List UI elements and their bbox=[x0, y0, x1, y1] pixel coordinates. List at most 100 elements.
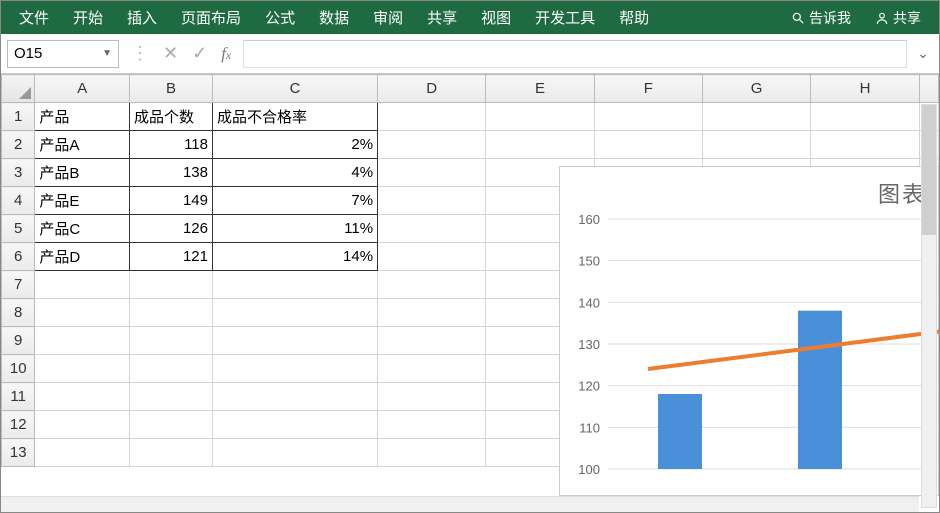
worksheet-grid[interactable]: A B C D E F G H 1产品成品个数成品不合格率2产品A1182%3产… bbox=[1, 74, 939, 512]
col-header[interactable]: F bbox=[594, 75, 702, 103]
cell[interactable] bbox=[35, 383, 130, 411]
row-header[interactable]: 2 bbox=[2, 131, 35, 159]
col-header[interactable] bbox=[919, 75, 938, 103]
cell[interactable] bbox=[378, 131, 486, 159]
cell[interactable] bbox=[213, 383, 378, 411]
col-header[interactable]: B bbox=[130, 75, 213, 103]
cell[interactable]: 产品C bbox=[35, 215, 130, 243]
row-header[interactable]: 7 bbox=[2, 271, 35, 299]
cell[interactable] bbox=[130, 355, 213, 383]
cell[interactable] bbox=[35, 439, 130, 467]
cell[interactable]: 4% bbox=[213, 159, 378, 187]
cell[interactable] bbox=[35, 299, 130, 327]
cell[interactable] bbox=[702, 131, 810, 159]
cell[interactable] bbox=[130, 383, 213, 411]
tell-me[interactable]: 告诉我 bbox=[781, 4, 861, 32]
cell[interactable]: 149 bbox=[130, 187, 213, 215]
cell[interactable] bbox=[378, 215, 486, 243]
tab-home[interactable]: 开始 bbox=[63, 3, 113, 32]
cell[interactable] bbox=[213, 355, 378, 383]
embedded-chart[interactable]: 图表 100110120130140150160 bbox=[559, 166, 939, 496]
cell[interactable] bbox=[378, 439, 486, 467]
tab-file[interactable]: 文件 bbox=[9, 3, 59, 32]
cell[interactable] bbox=[378, 383, 486, 411]
cell[interactable]: 成品不合格率 bbox=[213, 103, 378, 131]
cell[interactable] bbox=[811, 103, 919, 131]
cell[interactable] bbox=[35, 271, 130, 299]
row-header[interactable]: 9 bbox=[2, 327, 35, 355]
cell[interactable] bbox=[213, 411, 378, 439]
row-header[interactable]: 3 bbox=[2, 159, 35, 187]
cell[interactable] bbox=[594, 103, 702, 131]
col-header[interactable]: H bbox=[811, 75, 919, 103]
cell[interactable] bbox=[35, 327, 130, 355]
col-header[interactable]: G bbox=[702, 75, 810, 103]
tab-share-top[interactable]: 共享 bbox=[417, 3, 467, 32]
cell[interactable] bbox=[486, 131, 594, 159]
cell[interactable] bbox=[378, 187, 486, 215]
cell[interactable] bbox=[486, 103, 594, 131]
accept-formula-icon[interactable]: ✓ bbox=[192, 43, 207, 64]
col-header[interactable]: C bbox=[213, 75, 378, 103]
tab-review[interactable]: 审阅 bbox=[363, 3, 413, 32]
cell[interactable]: 产品B bbox=[35, 159, 130, 187]
row-header[interactable]: 1 bbox=[2, 103, 35, 131]
cell[interactable] bbox=[378, 299, 486, 327]
cell[interactable] bbox=[378, 243, 486, 271]
tab-developer[interactable]: 开发工具 bbox=[525, 3, 605, 32]
cell[interactable]: 126 bbox=[130, 215, 213, 243]
row-header[interactable]: 13 bbox=[2, 439, 35, 467]
tab-page-layout[interactable]: 页面布局 bbox=[171, 3, 251, 32]
share-button[interactable]: 共享 bbox=[865, 4, 931, 32]
cell[interactable] bbox=[130, 327, 213, 355]
cell[interactable] bbox=[811, 131, 919, 159]
expand-formula-bar-icon[interactable]: ⌄ bbox=[913, 45, 933, 62]
tab-insert[interactable]: 插入 bbox=[117, 3, 167, 32]
cell[interactable]: 产品E bbox=[35, 187, 130, 215]
chevron-down-icon[interactable]: ▼ bbox=[102, 48, 112, 59]
row-header[interactable]: 12 bbox=[2, 411, 35, 439]
cell[interactable] bbox=[378, 271, 486, 299]
col-header[interactable]: E bbox=[486, 75, 594, 103]
cell[interactable] bbox=[130, 439, 213, 467]
cell[interactable]: 118 bbox=[130, 131, 213, 159]
cell[interactable] bbox=[378, 327, 486, 355]
cell[interactable] bbox=[213, 327, 378, 355]
col-header[interactable]: D bbox=[378, 75, 486, 103]
cell[interactable]: 11% bbox=[213, 215, 378, 243]
row-header[interactable]: 5 bbox=[2, 215, 35, 243]
cell[interactable] bbox=[130, 299, 213, 327]
cell[interactable] bbox=[35, 411, 130, 439]
cell[interactable] bbox=[35, 355, 130, 383]
fx-icon[interactable]: fx bbox=[221, 44, 231, 64]
row-header[interactable]: 8 bbox=[2, 299, 35, 327]
cell[interactable]: 2% bbox=[213, 131, 378, 159]
tab-view[interactable]: 视图 bbox=[471, 3, 521, 32]
row-header[interactable]: 11 bbox=[2, 383, 35, 411]
cancel-formula-icon[interactable]: ✕ bbox=[163, 43, 178, 64]
cell[interactable]: 7% bbox=[213, 187, 378, 215]
cell[interactable] bbox=[594, 131, 702, 159]
cell[interactable] bbox=[130, 271, 213, 299]
cell[interactable]: 产品 bbox=[35, 103, 130, 131]
cell[interactable] bbox=[213, 299, 378, 327]
cell[interactable] bbox=[378, 355, 486, 383]
scrollbar-thumb[interactable] bbox=[922, 105, 936, 235]
row-header[interactable]: 6 bbox=[2, 243, 35, 271]
cell[interactable]: 14% bbox=[213, 243, 378, 271]
cell[interactable] bbox=[378, 103, 486, 131]
row-header[interactable]: 4 bbox=[2, 187, 35, 215]
cell[interactable] bbox=[213, 439, 378, 467]
cell[interactable]: 138 bbox=[130, 159, 213, 187]
select-all-corner[interactable] bbox=[2, 75, 35, 103]
row-header[interactable]: 10 bbox=[2, 355, 35, 383]
tab-formulas[interactable]: 公式 bbox=[255, 3, 305, 32]
cell[interactable] bbox=[378, 411, 486, 439]
col-header[interactable]: A bbox=[35, 75, 130, 103]
cell[interactable]: 产品A bbox=[35, 131, 130, 159]
cell[interactable]: 121 bbox=[130, 243, 213, 271]
name-box[interactable]: O15 ▼ bbox=[7, 40, 119, 68]
horizontal-scrollbar[interactable] bbox=[1, 496, 919, 512]
cell[interactable] bbox=[378, 159, 486, 187]
cell[interactable] bbox=[702, 103, 810, 131]
